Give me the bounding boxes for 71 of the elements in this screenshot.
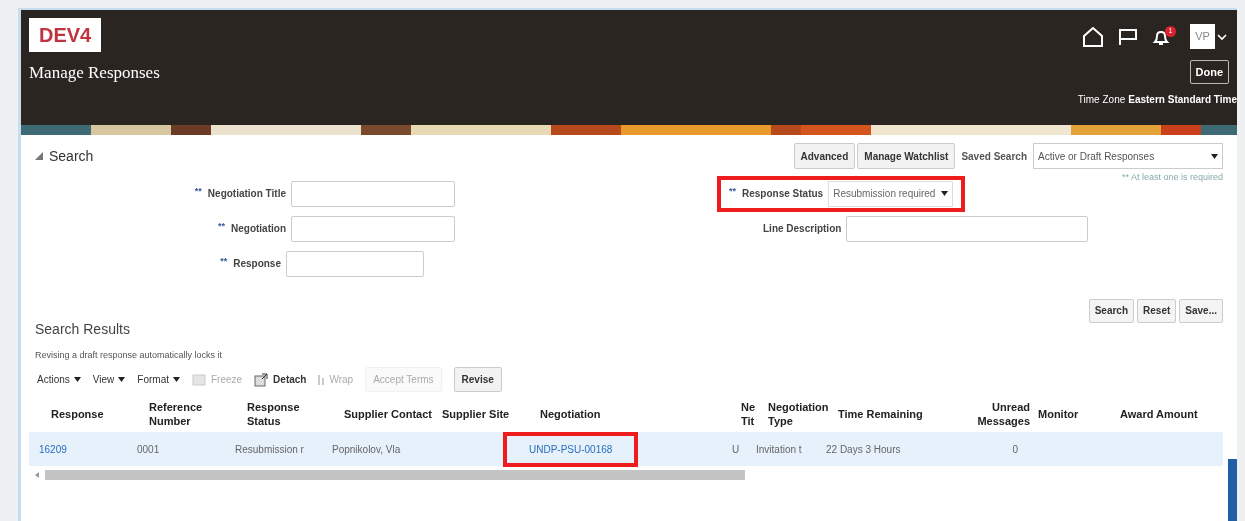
dropdown-arrow-icon[interactable] bbox=[941, 191, 949, 196]
dropdown-arrow-icon[interactable] bbox=[1211, 153, 1218, 159]
search-action-button[interactable]: Reset bbox=[1137, 298, 1177, 323]
column-header[interactable]: Reference Number bbox=[145, 400, 243, 428]
table-cell: Popnikolov, Vla bbox=[332, 443, 401, 455]
disclosure-triangle-icon[interactable] bbox=[35, 152, 43, 160]
time-zone-label: Time Zone bbox=[1077, 92, 1126, 107]
column-header[interactable]: Response bbox=[47, 407, 145, 421]
toolbar-menu[interactable]: Actions bbox=[37, 372, 81, 387]
input-field[interactable] bbox=[286, 250, 424, 277]
table-cell: 0 bbox=[1012, 443, 1018, 455]
field-label: Line Description bbox=[763, 222, 842, 236]
field-label: Negotiation Title bbox=[207, 187, 286, 201]
column-header[interactable]: Negotiation bbox=[536, 407, 740, 421]
page-title: Manage Responses bbox=[29, 62, 160, 84]
required-marker: ** bbox=[729, 184, 736, 198]
time-zone-value: Eastern Standard Time bbox=[1128, 92, 1237, 107]
link[interactable]: UNDP-PSU-00168 bbox=[529, 443, 613, 455]
flag-icon[interactable] bbox=[1118, 27, 1138, 46]
horizontal-scrollbar[interactable] bbox=[45, 470, 745, 480]
home-icon[interactable] bbox=[1082, 26, 1104, 47]
column-header[interactable]: Supplier Site bbox=[438, 407, 536, 421]
user-avatar[interactable]: VP bbox=[1190, 24, 1215, 49]
dropdown-arrow-icon[interactable] bbox=[118, 377, 126, 382]
table-cell: 0001 bbox=[137, 443, 160, 455]
search-option-button[interactable]: Advanced bbox=[793, 143, 856, 169]
saved-search-select[interactable]: Active or Draft Responses bbox=[1033, 143, 1223, 169]
info-text: Revising a draft response automatically locks it bbox=[35, 348, 224, 362]
scroll-left-icon[interactable] bbox=[35, 472, 39, 478]
table-cell: Resubmission r bbox=[235, 443, 304, 455]
column-header[interactable]: Ne Tit bbox=[740, 400, 764, 428]
column-header[interactable]: Response Status bbox=[243, 400, 340, 428]
detach-button[interactable]: Detach bbox=[254, 372, 307, 387]
table-cell: Invitation t bbox=[756, 443, 802, 455]
table-cell: U bbox=[732, 443, 740, 455]
sheet-icon bbox=[191, 372, 206, 387]
column-header[interactable]: Negotiation Type bbox=[764, 400, 834, 428]
toolbar-button[interactable]: Revise bbox=[453, 367, 502, 392]
input-field[interactable] bbox=[291, 215, 455, 242]
collapse-button[interactable]: Search bbox=[35, 145, 94, 167]
section-title: Search Results bbox=[35, 319, 131, 339]
field-label: Negotiation bbox=[231, 222, 286, 236]
saved-search-label: Saved Search bbox=[961, 149, 1027, 164]
search-action-button[interactable]: Search bbox=[1088, 298, 1135, 323]
toolbar-menu[interactable]: View bbox=[92, 372, 126, 387]
column-header[interactable]: Monitor bbox=[1034, 407, 1116, 421]
environment-badge: DEV4 bbox=[29, 18, 102, 52]
search-option-button[interactable]: Manage Watchlist bbox=[857, 143, 956, 169]
chevron-down-icon[interactable] bbox=[1217, 32, 1227, 41]
column-header[interactable]: Award Amount bbox=[1116, 407, 1236, 421]
field-label: Response bbox=[233, 257, 281, 271]
search-action-button[interactable]: Save... bbox=[1179, 298, 1223, 323]
column-header[interactable]: Time Remaining bbox=[834, 407, 954, 421]
input-field[interactable] bbox=[846, 215, 1089, 242]
link[interactable]: 16209 bbox=[39, 443, 67, 455]
required-marker: ** bbox=[218, 219, 225, 233]
required-marker: ** bbox=[220, 254, 228, 268]
input-field[interactable] bbox=[291, 180, 455, 207]
required-note: ** At least one is required bbox=[1121, 171, 1223, 184]
column-header[interactable]: Unread Messages bbox=[954, 400, 1034, 428]
table-row[interactable]: 16209 0001 Resubmission r Popnikolov, Vla UNDP-PSU-00168 U Invitation t 22 Days 3 Hours 0 bbox=[29, 432, 1223, 466]
dropdown-arrow-icon[interactable] bbox=[73, 377, 81, 382]
column-header[interactable]: Supplier Contact bbox=[340, 407, 438, 421]
status-select[interactable]: Resubmission required bbox=[828, 180, 954, 207]
required-marker: ** bbox=[194, 184, 202, 198]
done-button[interactable]: Done bbox=[1189, 60, 1229, 84]
table-cell: 22 Days 3 Hours bbox=[826, 443, 901, 455]
dropdown-arrow-icon[interactable] bbox=[172, 377, 180, 382]
field-label: Response Status bbox=[742, 187, 824, 201]
lines-icon bbox=[318, 374, 325, 385]
toolbar-menu[interactable]: Format bbox=[137, 372, 180, 387]
